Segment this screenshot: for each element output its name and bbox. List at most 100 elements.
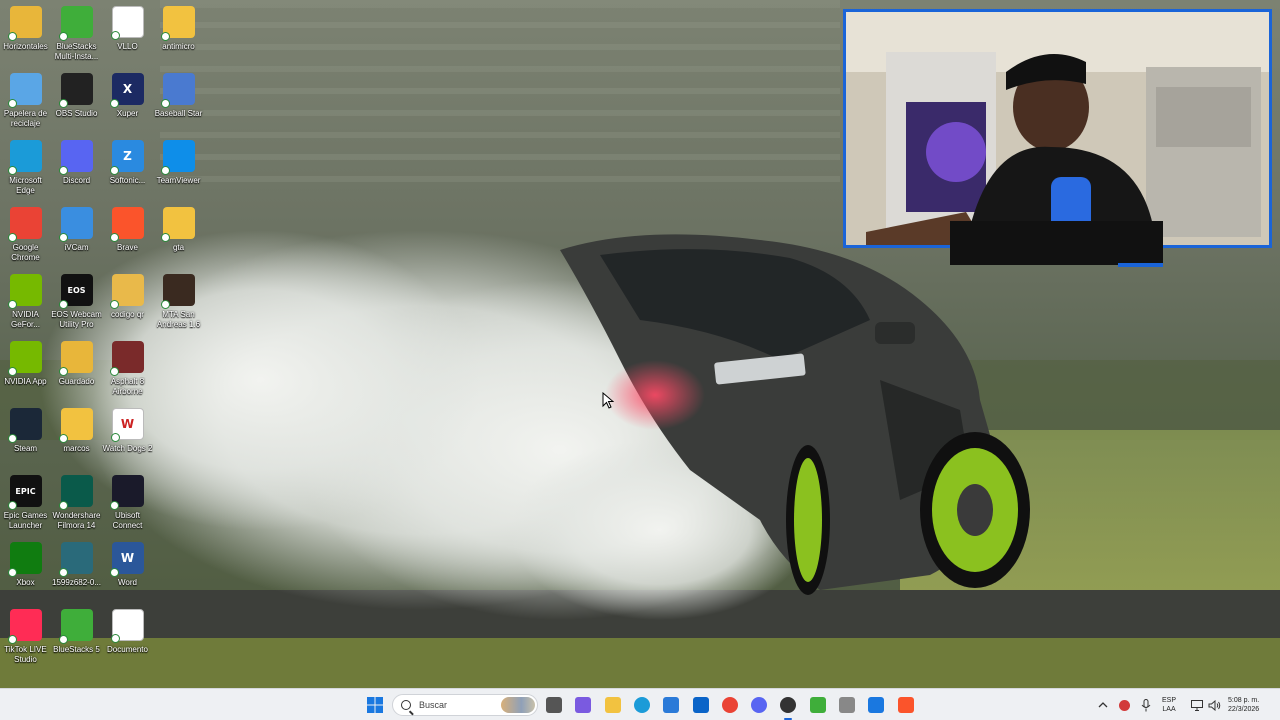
taskbar-app-button[interactable] [864, 693, 888, 717]
nvidia-app-icon [7, 341, 42, 376]
desktop-icon-label: Documento [107, 645, 148, 654]
folder-icon [58, 408, 93, 443]
desktop-icon-label: Word [118, 578, 137, 587]
desktop-icon[interactable]: Brave [102, 205, 153, 272]
desktop-icon[interactable]: W Word [102, 540, 153, 607]
monitor-icon [1191, 699, 1203, 711]
mouse-cursor-icon [602, 391, 615, 415]
desktop-icon[interactable]: antimicro [153, 4, 204, 71]
sync-status-icon [110, 31, 120, 40]
desktop-icon-label: NVIDIA GeFor... [11, 310, 40, 329]
desktop-icon-label: NVIDIA App [4, 377, 47, 386]
desktop-icon[interactable]: Baseball Star [153, 71, 204, 138]
desktop-icon[interactable]: 1599z682-0... [51, 540, 102, 607]
desktop-icon[interactable]: NVIDIA GeFor... [0, 272, 51, 339]
desktop-icon[interactable]: Asphalt 8 Airborne [102, 339, 153, 406]
taskbar-app-button[interactable] [659, 693, 683, 717]
desktop-icon-label: VLLO [117, 42, 138, 51]
desktop-icon-label: Asphalt 8 Airborne [110, 377, 145, 396]
microphone-icon [1141, 698, 1151, 711]
desktop-icon[interactable]: Horizontales [0, 4, 51, 71]
desktop-icon[interactable]: Microsoft Edge [0, 138, 51, 205]
desktop-icon-label: Xbox [16, 578, 35, 587]
sync-status-icon [160, 300, 170, 309]
word-icon: W [109, 542, 144, 577]
taskbar-app-button[interactable] [630, 693, 654, 717]
desktop-icon[interactable]: NVIDIA App [0, 339, 51, 406]
sync-status-icon [7, 233, 17, 242]
chrome-icon [722, 697, 738, 713]
desktop-icon[interactable]: Documento [102, 607, 153, 674]
taskbar-app-button[interactable] [689, 693, 713, 717]
desktop-icon-label: Watch Dogs 2 [102, 444, 153, 453]
desktop-icon-label: EOS Webcam Utility Pro [51, 310, 102, 329]
desktop-icon[interactable]: iVCam [51, 205, 102, 272]
sync-status-icon [109, 568, 119, 577]
start-button[interactable] [363, 693, 387, 717]
desktop-icon[interactable]: Steam [0, 406, 51, 473]
clock[interactable]: 5:08 p. m. 22/3/2026 [1228, 689, 1259, 720]
zip-folder-icon [160, 207, 195, 242]
desktop-icon[interactable]: Discord [51, 138, 102, 205]
clock-time: 5:08 p. m. [1228, 697, 1260, 704]
desktop-icon[interactable]: marcos [51, 406, 102, 473]
desktop-icon-label: gta [172, 243, 185, 252]
sync-status-icon [109, 166, 119, 175]
desktop-icon[interactable]: Wondershare Filmora 14 [51, 473, 102, 540]
taskbar-app-button[interactable] [894, 693, 918, 717]
taskbar-app-button[interactable] [747, 693, 771, 717]
network-button[interactable] [1191, 689, 1203, 720]
document-icon [110, 609, 144, 643]
desktop-icon[interactable]: Xbox [0, 540, 51, 607]
vllo-icon [110, 6, 144, 40]
desktop-icon[interactable]: Papelera de reciclaje [0, 71, 51, 138]
desktop-icon-label: Discord [62, 176, 91, 185]
desktop-icon[interactable]: X Xuper [102, 71, 153, 138]
language-indicator[interactable]: ESP LAA [1162, 689, 1176, 720]
tool-icon [839, 697, 855, 713]
taskbar-app-button[interactable] [806, 693, 830, 717]
desktop-icon[interactable]: Guardado [51, 339, 102, 406]
desktop-icon[interactable]: BlueStacks 5 [51, 607, 102, 674]
sync-status-icon [109, 300, 119, 309]
taskbar-search-input[interactable]: Buscar [392, 694, 538, 716]
desktop-icon-label: Epic Games Launcher [3, 511, 48, 530]
sync-status-icon [109, 99, 119, 108]
edge-icon [634, 697, 650, 713]
desktop-icon[interactable]: BlueStacks Multi-Insta... [51, 4, 102, 71]
desktop-icon[interactable]: VLLO [102, 4, 153, 71]
desktop-icon-label: Ubisoft Connect [112, 511, 143, 530]
taskbar-app-button[interactable] [542, 693, 566, 717]
taskbar-app-button[interactable] [835, 693, 859, 717]
sync-status-icon [110, 634, 120, 643]
taskbar-app-button[interactable] [718, 693, 742, 717]
volume-button[interactable] [1208, 689, 1221, 720]
bluestacks-icon [810, 697, 826, 713]
desktop-icon[interactable]: Google Chrome [0, 205, 51, 272]
desktop-icon[interactable]: EPIC Epic Games Launcher [0, 473, 51, 540]
taskbar-app-button[interactable] [601, 693, 625, 717]
desktop-icon[interactable]: gta [153, 205, 204, 272]
sync-status-icon [160, 99, 170, 108]
desktop-icon[interactable]: TeamViewer [153, 138, 204, 205]
desktop-icon[interactable]: MTA San Andreas 1.6 [153, 272, 204, 339]
tray-overflow-button[interactable] [1097, 689, 1109, 720]
desktop-icon[interactable]: W Watch Dogs 2 [102, 406, 153, 473]
desktop-icon[interactable]: Ubisoft Connect [102, 473, 153, 540]
windows-logo-icon [367, 697, 383, 713]
taskbar-app-button[interactable] [776, 693, 800, 717]
taskbar-app-button[interactable] [571, 693, 595, 717]
desktop-icon-label: TeamViewer [156, 176, 201, 185]
taskbar: Buscar ESP LAA 5:08 p. m. 22/3/2026 [0, 688, 1280, 720]
desktop-icon[interactable]: EOS EOS Webcam Utility Pro [51, 272, 102, 339]
desktop-icon[interactable]: codigo qr [102, 272, 153, 339]
desktop-icon[interactable]: OBS Studio [51, 71, 102, 138]
desktop-icon[interactable]: Z Softonic... [102, 138, 153, 205]
desktop-icon-grid: Horizontales BlueStacks Multi-Insta... VLL… [0, 4, 204, 674]
microphone-button[interactable] [1141, 689, 1151, 720]
tray-app-icon[interactable] [1119, 689, 1130, 720]
desktop-icon[interactable]: TikTok LIVE Studio [0, 607, 51, 674]
sync-status-icon [58, 367, 68, 376]
sync-status-icon [58, 99, 68, 108]
brave-icon [898, 697, 914, 713]
